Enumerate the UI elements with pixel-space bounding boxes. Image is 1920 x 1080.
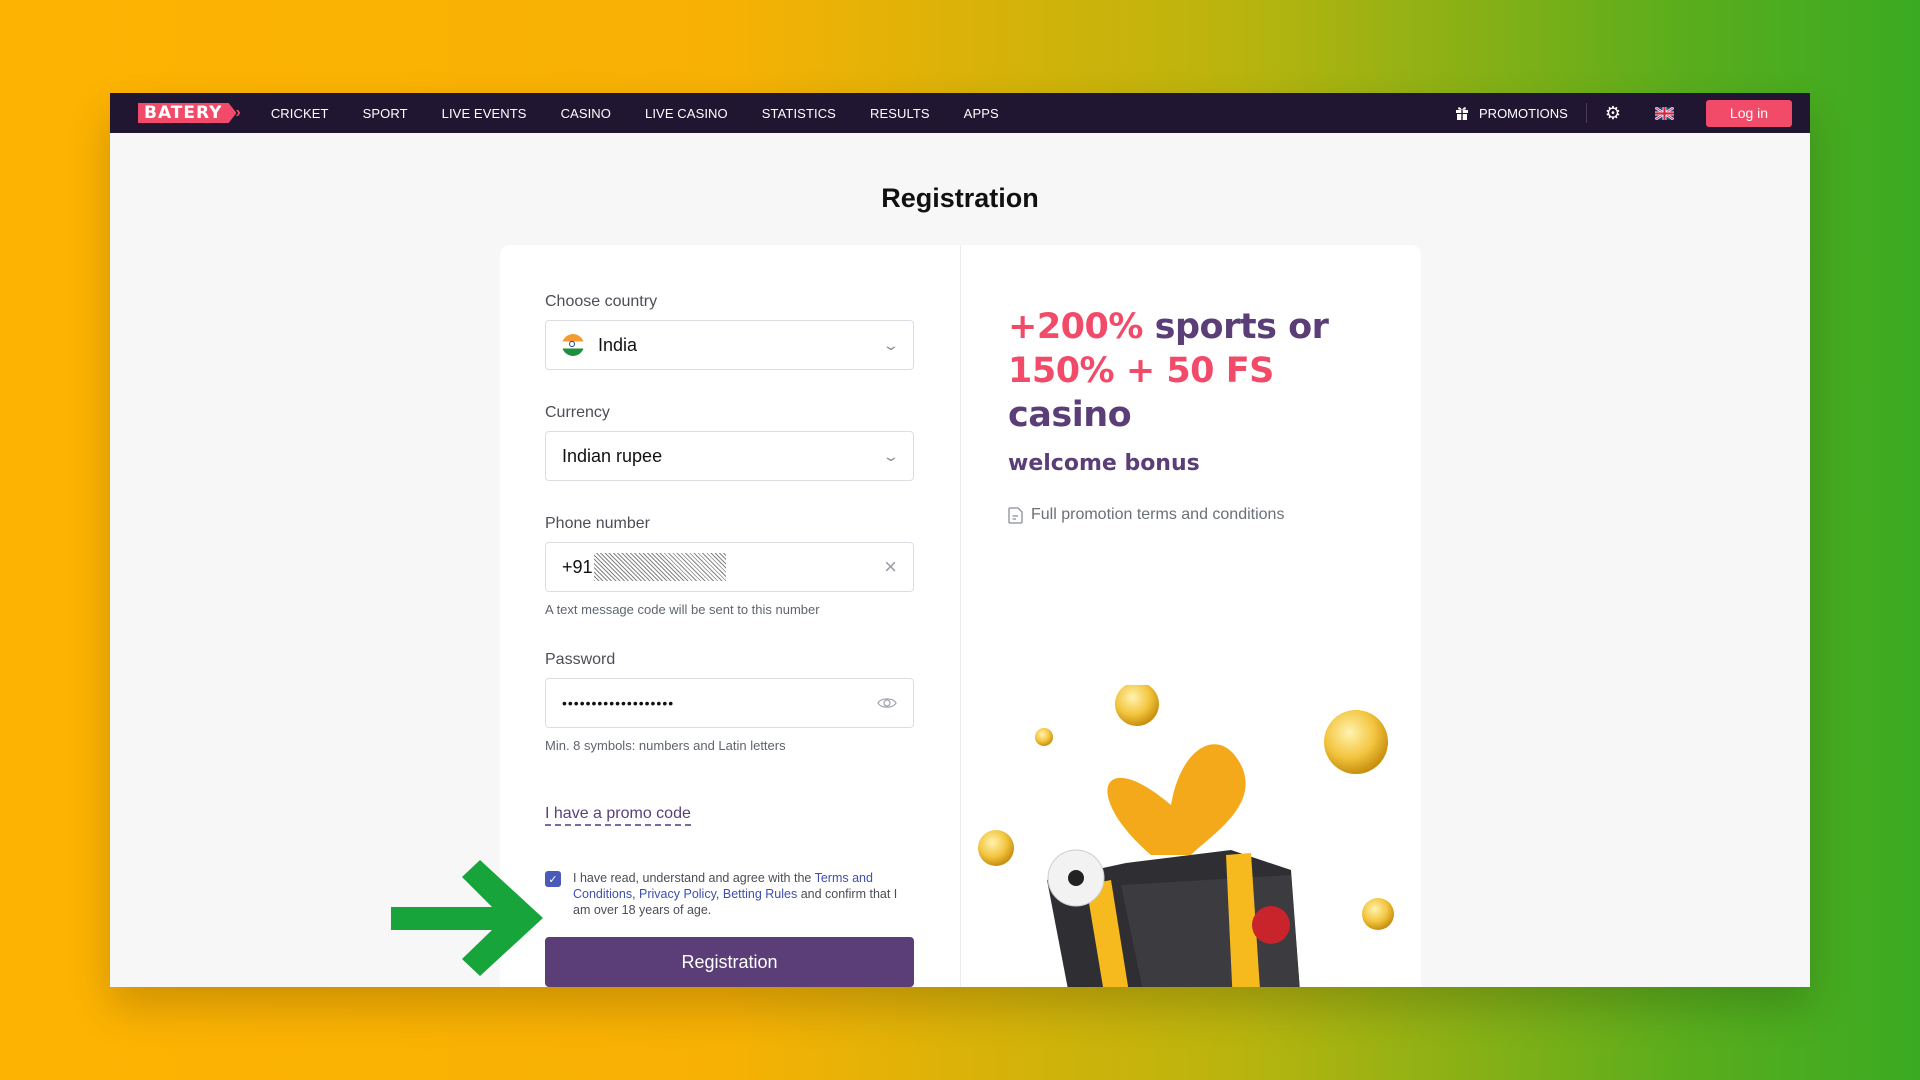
coin: [1362, 898, 1394, 930]
gift-bow: [1107, 744, 1246, 855]
cricket-ball: [1252, 906, 1290, 944]
clear-icon[interactable]: ×: [884, 554, 897, 580]
logo[interactable]: BATERY ›: [138, 103, 241, 123]
separator: ,: [715, 887, 723, 901]
password-label: Password: [545, 651, 616, 668]
promo-terms-label: Full promotion terms and conditions: [1031, 506, 1285, 523]
nav-sport[interactable]: SPORT: [363, 106, 408, 121]
eye-icon[interactable]: [877, 696, 897, 710]
agreement-text-start: I have read, understand and agree with t…: [573, 871, 815, 885]
bonus-line-2: 150% + 50 FS casino: [1008, 349, 1376, 437]
promotions-label: PROMOTIONS: [1479, 105, 1568, 121]
document-icon: [1008, 506, 1023, 524]
uk-flag-icon[interactable]: [1655, 106, 1674, 120]
nav-apps[interactable]: APPS: [964, 106, 999, 121]
bonus-sports-percent: +200%: [1008, 307, 1143, 347]
agreement-checkbox[interactable]: ✓: [545, 871, 561, 887]
gift-illustration: [978, 685, 1394, 987]
top-nav: BATERY › CRICKET SPORT LIVE EVENTS CASIN…: [110, 93, 1810, 133]
betting-rules-link[interactable]: Betting Rules: [723, 887, 797, 901]
country-select[interactable]: India ⌄: [545, 320, 914, 370]
chevron-down-icon: ⌄: [882, 447, 900, 464]
country-label: Choose country: [545, 293, 658, 310]
bonus-line-1: +200% sports or: [1008, 305, 1376, 349]
logo-text: BATERY: [138, 103, 237, 123]
page-title: Registration: [881, 183, 1039, 213]
coin: [1324, 710, 1388, 774]
coin: [1035, 728, 1053, 746]
gift-icon: [1456, 107, 1469, 120]
bonus-panel: +200% sports or 150% + 50 FS casino welc…: [961, 245, 1421, 987]
coin: [978, 830, 1014, 866]
password-value: •••••••••••••••••••: [562, 695, 675, 711]
gear-icon[interactable]: ⚙: [1605, 103, 1621, 124]
promotions-link[interactable]: PROMOTIONS: [1455, 106, 1568, 121]
phone-prefix: +91: [562, 556, 593, 577]
nav-links: CRICKET SPORT LIVE EVENTS CASINO LIVE CA…: [271, 106, 1033, 121]
bonus-sports-text: sports or: [1142, 307, 1329, 347]
nav-cricket[interactable]: CRICKET: [271, 106, 329, 121]
nav-live-casino[interactable]: LIVE CASINO: [645, 106, 728, 121]
registration-card: Choose country India ⌄ Currency Indian r…: [500, 245, 1421, 987]
phone-hint: A text message code will be sent to this…: [545, 602, 820, 617]
country-value: India: [598, 334, 638, 355]
phone-label: Phone number: [545, 515, 650, 532]
nav-results[interactable]: RESULTS: [870, 106, 930, 121]
registration-form: Choose country India ⌄ Currency Indian r…: [500, 245, 961, 987]
welcome-bonus-subtitle: welcome bonus: [1008, 451, 1200, 476]
login-button[interactable]: Log in: [1706, 99, 1792, 127]
nav-live-events[interactable]: LIVE EVENTS: [442, 106, 527, 121]
nav-statistics[interactable]: STATISTICS: [762, 106, 836, 121]
password-input[interactable]: •••••••••••••••••••: [545, 678, 914, 728]
currency-select[interactable]: Indian rupee ⌄: [545, 431, 914, 481]
india-flag-icon: [562, 334, 584, 356]
nav-right: PROMOTIONS ⚙ Log in: [1455, 99, 1792, 127]
bonus-casino-text: casino: [1008, 395, 1132, 435]
agreement-text: I have read, understand and agree with t…: [573, 870, 903, 918]
password-hint: Min. 8 symbols: numbers and Latin letter…: [545, 738, 786, 753]
registration-button[interactable]: Registration: [545, 937, 914, 987]
nav-divider: [1585, 103, 1587, 123]
bonus-casino-percent: 150% + 50 FS: [1008, 351, 1274, 391]
browser-window: BATERY › CRICKET SPORT LIVE EVENTS CASIN…: [110, 93, 1810, 987]
separator: ,: [632, 887, 640, 901]
agreement: ✓ I have read, understand and agree with…: [545, 870, 915, 918]
promo-terms-link[interactable]: Full promotion terms and conditions: [1008, 506, 1376, 524]
privacy-link[interactable]: Privacy Policy: [639, 887, 716, 901]
phone-number-redacted: [593, 553, 726, 581]
coin: [1115, 685, 1159, 726]
currency-value: Indian rupee: [562, 445, 663, 466]
nav-casino[interactable]: CASINO: [561, 106, 611, 121]
currency-label: Currency: [545, 404, 610, 421]
chevron-down-icon: ⌄: [882, 336, 900, 353]
phone-input[interactable]: +91 ×: [545, 542, 914, 592]
promo-code-link[interactable]: I have a promo code: [545, 805, 691, 826]
